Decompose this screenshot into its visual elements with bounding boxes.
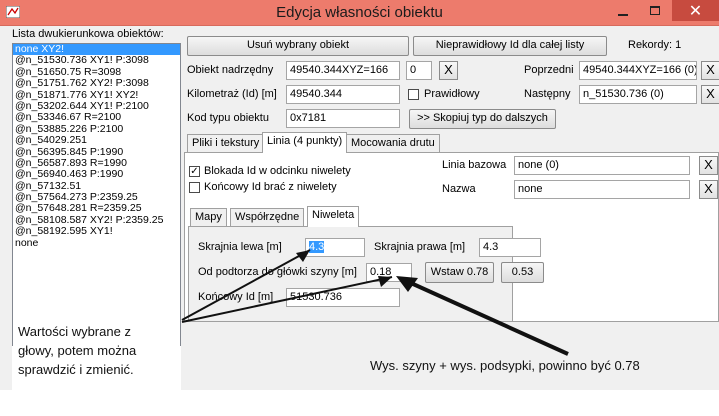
close-button[interactable]: ✕ (672, 0, 719, 21)
arrow-to-height-field (181, 276, 393, 323)
dialog-body: Lista dwukierunkowa obiektów: none XY2! @… (0, 26, 719, 416)
close-icon: ✕ (688, 2, 703, 20)
arrow-from-note (401, 277, 569, 356)
title-bar: Edycja własności obiektu ✕ (0, 0, 719, 26)
annotation-arrows (181, 249, 569, 356)
tab-line[interactable]: Linia (4 punkty) (262, 132, 348, 153)
arrow-to-left-clearance (181, 249, 311, 321)
maximize-button[interactable] (640, 0, 670, 21)
subtab-niveleta[interactable]: Niweleta (307, 206, 360, 227)
arrow-to-height-field-head (378, 276, 392, 287)
maximize-icon (650, 6, 660, 15)
minimize-icon (618, 13, 628, 16)
minimize-button[interactable] (608, 0, 638, 21)
